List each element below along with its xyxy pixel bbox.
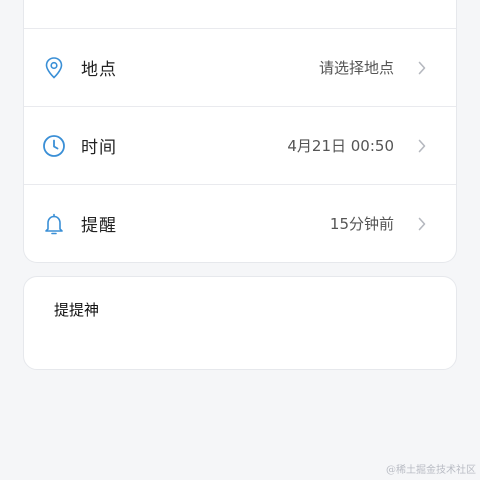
- reminder-value: 15分钟前: [329, 215, 394, 233]
- bell-icon: [42, 212, 66, 236]
- time-value: 4月21日 00:50: [287, 137, 394, 155]
- time-row[interactable]: 时间 4月21日 00:50: [24, 106, 456, 184]
- location-label: 地点: [81, 60, 117, 80]
- reminder-row[interactable]: 提醒 15分钟前: [24, 184, 456, 262]
- time-label: 时间: [81, 138, 117, 158]
- chevron-right-icon: [416, 139, 428, 153]
- location-row[interactable]: 地点 请选择地点: [24, 28, 456, 106]
- reminder-label: 提醒: [81, 216, 117, 236]
- event-details-card: 地点 请选择地点 时间 4月21日 00:50 提醒 15分钟前: [23, 0, 457, 263]
- chevron-right-icon: [416, 217, 428, 231]
- note-text[interactable]: 提提神: [54, 299, 99, 320]
- screen: 地点 请选择地点 时间 4月21日 00:50 提醒 15分钟前 提提神 @稀土…: [0, 0, 480, 480]
- location-value: 请选择地点: [318, 59, 394, 77]
- watermark: @稀土掘金技术社区: [386, 465, 476, 476]
- location-pin-icon: [42, 56, 66, 80]
- clock-icon: [42, 134, 66, 158]
- chevron-right-icon: [416, 61, 428, 75]
- note-card[interactable]: 提提神: [23, 276, 457, 370]
